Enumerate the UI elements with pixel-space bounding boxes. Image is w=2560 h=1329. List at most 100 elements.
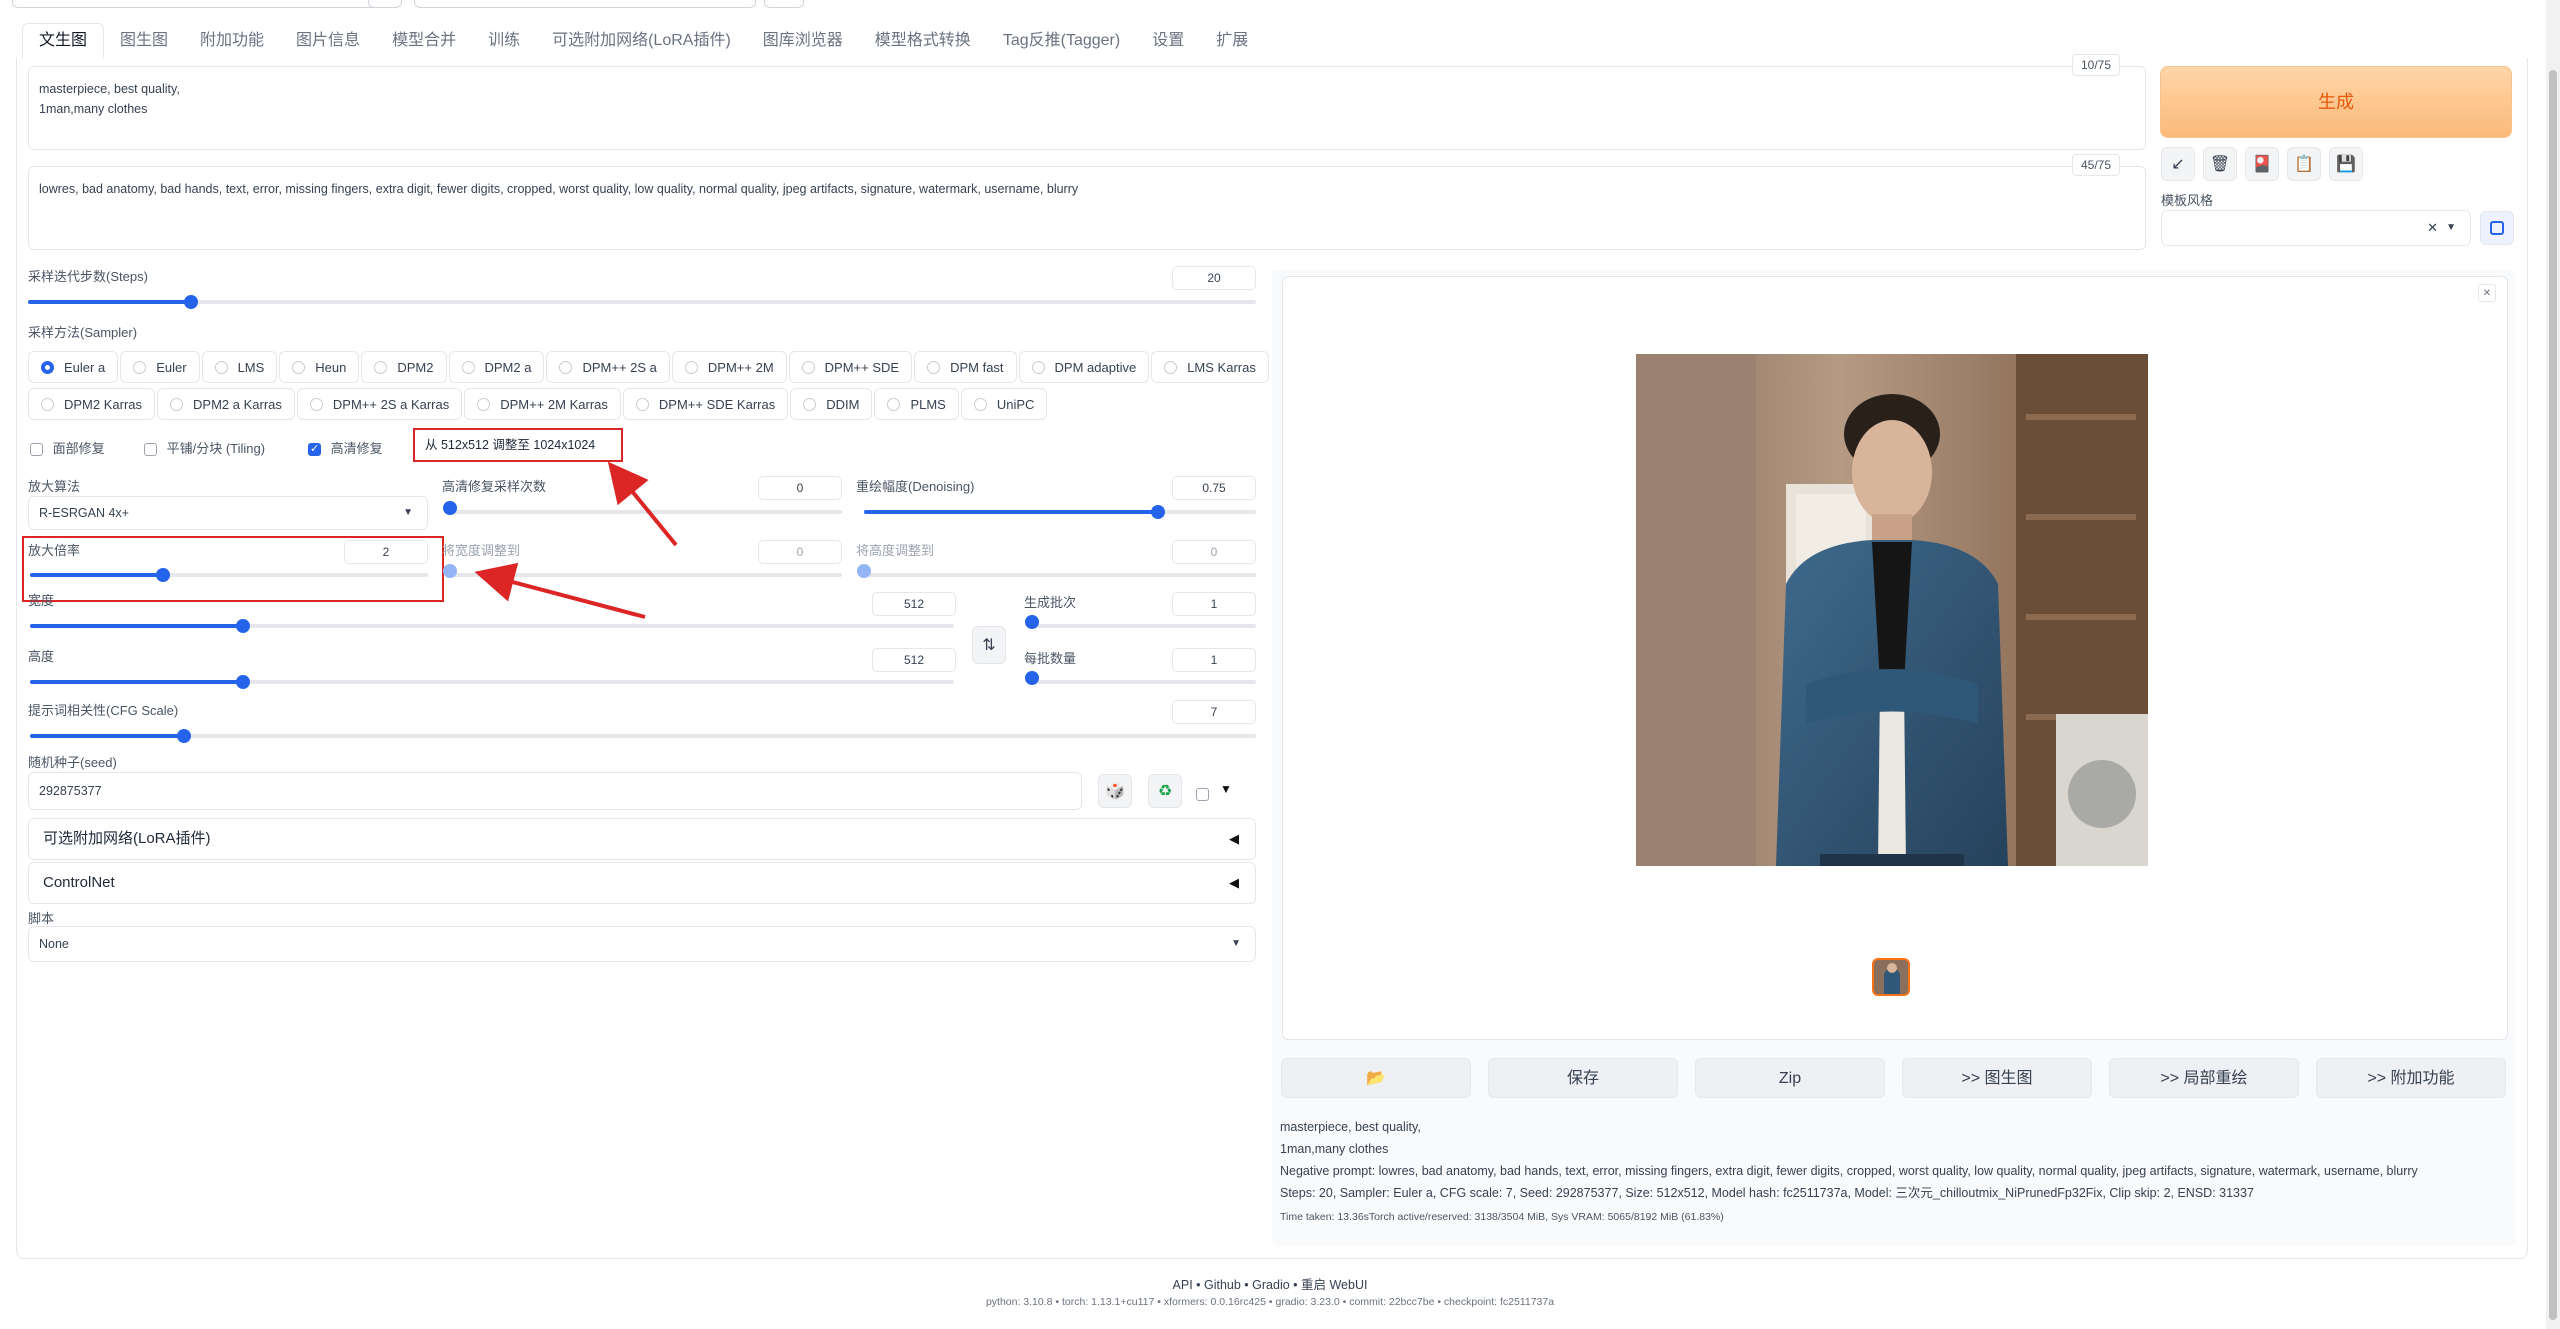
positive-prompt-input[interactable]: masterpiece, best quality, 1man,many clo… <box>28 66 2146 150</box>
sampler-option[interactable]: Euler <box>120 351 200 383</box>
upscale-by-slider[interactable] <box>30 568 428 582</box>
tab-model-converter[interactable]: 模型格式转换 <box>859 24 987 58</box>
tab-settings[interactable]: 设置 <box>1136 24 1200 58</box>
width-number-input[interactable]: 512 <box>872 592 956 616</box>
save-style-button[interactable]: 💾 <box>2329 147 2363 181</box>
upscaler-select[interactable]: R-ESRGAN 4x+ ▼ <box>28 496 428 530</box>
tab-checkpoint-merger[interactable]: 模型合并 <box>376 24 472 58</box>
top-control-stub-4[interactable] <box>764 0 804 8</box>
close-gallery-icon[interactable]: ✕ <box>2478 284 2496 302</box>
open-folder-button[interactable]: 📂 <box>1281 1058 1471 1098</box>
page-scrollbar[interactable] <box>2546 0 2560 1329</box>
refresh-styles-button[interactable] <box>2480 211 2514 245</box>
script-select[interactable]: None ▼ <box>28 926 1256 962</box>
sampler-option[interactable]: LMS Karras <box>1151 351 1269 383</box>
cfg-scale-slider[interactable] <box>30 729 1256 743</box>
upscale-by-number-input[interactable]: 2 <box>344 540 428 564</box>
denoising-number-input[interactable]: 0.75 <box>1172 476 1256 500</box>
denoising-slider[interactable] <box>864 505 1256 519</box>
sampler-option[interactable]: DPM++ 2S a <box>546 351 670 383</box>
batch-size-slider[interactable] <box>1025 671 1256 685</box>
sampler-option[interactable]: DPM2 a Karras <box>157 388 295 420</box>
top-control-stub-2[interactable] <box>368 0 402 8</box>
extra-seed-checkbox[interactable] <box>1196 786 1209 804</box>
gallery-thumbnail[interactable] <box>1872 958 1910 996</box>
send-to-inpaint-button[interactable]: >> 局部重绘 <box>2109 1058 2299 1098</box>
extra-networks-button[interactable]: 🎴 <box>2245 147 2279 181</box>
resize-height-slider[interactable] <box>857 564 1256 578</box>
restore-faces-checkbox[interactable]: 面部修复 <box>30 438 105 457</box>
negative-prompt-input[interactable]: lowres, bad anatomy, bad hands, text, er… <box>28 166 2146 250</box>
top-control-stub-3[interactable] <box>414 0 756 8</box>
reuse-seed-button[interactable]: ♻ <box>1148 774 1182 808</box>
sampler-option[interactable]: DPM++ 2M <box>671 351 787 383</box>
swap-dimensions-button[interactable]: ⇅ <box>972 626 1006 664</box>
batch-count-slider-thumb[interactable] <box>1025 615 1039 629</box>
upscale-by-slider-thumb[interactable] <box>155 568 170 582</box>
sampler-option[interactable]: DPM fast <box>914 351 1017 383</box>
tab-tagger[interactable]: Tag反推(Tagger) <box>987 24 1136 58</box>
resize-width-slider-thumb[interactable] <box>443 564 457 578</box>
hires-steps-slider[interactable] <box>443 501 842 515</box>
resize-height-number-input[interactable]: 0 <box>1172 540 1256 564</box>
sampler-option[interactable]: DPM2 a <box>448 351 545 383</box>
tab-additional-networks[interactable]: 可选附加网络(LoRA插件) <box>536 24 747 58</box>
checkbox-box[interactable] <box>308 442 321 457</box>
read-params-button[interactable]: ↙ <box>2161 147 2195 181</box>
batch-size-slider-thumb[interactable] <box>1025 671 1039 685</box>
sampler-option[interactable]: DPM++ 2M Karras <box>464 388 621 420</box>
sampler-option[interactable]: DPM adaptive <box>1018 351 1150 383</box>
tab-img2img[interactable]: 图生图 <box>104 24 184 58</box>
sampler-option[interactable]: Heun <box>279 351 360 383</box>
zip-button[interactable]: Zip <box>1695 1058 1885 1098</box>
sampler-option[interactable]: DPM++ 2S a Karras <box>296 388 463 420</box>
send-to-extras-button[interactable]: >> 附加功能 <box>2316 1058 2506 1098</box>
tab-txt2img[interactable]: 文生图 <box>22 23 105 59</box>
seed-input[interactable]: 292875377 <box>28 772 1082 810</box>
tab-train[interactable]: 训练 <box>472 24 536 58</box>
tab-extras[interactable]: 附加功能 <box>184 24 280 58</box>
extra-seed-toggle-icon[interactable]: ▼ <box>1220 782 1232 796</box>
batch-size-number-input[interactable]: 1 <box>1172 648 1256 672</box>
footer-links[interactable]: API • Github • Gradio • 重启 WebUI <box>0 1274 2540 1293</box>
cfg-scale-number-input[interactable]: 7 <box>1172 700 1256 724</box>
lora-accordion[interactable]: 可选附加网络(LoRA插件) ◀ <box>28 818 1256 860</box>
clear-icon[interactable]: ✕ <box>2427 211 2438 245</box>
resize-height-slider-thumb[interactable] <box>857 564 871 578</box>
sampler-option[interactable]: DPM2 <box>361 351 447 383</box>
hires-steps-number-input[interactable]: 0 <box>758 476 842 500</box>
denoising-slider-thumb[interactable] <box>1151 505 1165 519</box>
batch-count-number-input[interactable]: 1 <box>1172 592 1256 616</box>
batch-count-slider[interactable] <box>1025 615 1256 629</box>
width-slider[interactable] <box>30 619 954 633</box>
top-control-stub-1[interactable] <box>12 0 400 8</box>
sampler-option[interactable]: DPM2 Karras <box>28 388 156 420</box>
sampler-option[interactable]: LMS <box>201 351 278 383</box>
hires-fix-checkbox[interactable]: 高清修复 <box>308 438 383 457</box>
tab-image-browser[interactable]: 图库浏览器 <box>747 24 859 58</box>
resize-width-number-input[interactable]: 0 <box>758 540 842 564</box>
scrollbar-thumb[interactable] <box>2549 70 2557 1320</box>
height-number-input[interactable]: 512 <box>872 648 956 672</box>
generated-image[interactable] <box>1636 354 2148 866</box>
checkbox-box[interactable] <box>30 443 43 457</box>
send-to-img2img-button[interactable]: >> 图生图 <box>1902 1058 2092 1098</box>
sampler-option[interactable]: DPM++ SDE <box>788 351 913 383</box>
generate-button[interactable]: 生成 <box>2160 66 2512 138</box>
sampler-option[interactable]: UniPC <box>960 388 1048 420</box>
controlnet-accordion[interactable]: ControlNet ◀ <box>28 862 1256 904</box>
resize-width-slider[interactable] <box>443 564 842 578</box>
hires-steps-slider-thumb[interactable] <box>443 501 457 515</box>
steps-number-input[interactable]: 20 <box>1172 266 1256 290</box>
tiling-checkbox[interactable]: 平铺/分块 (Tiling) <box>144 438 265 457</box>
sampler-option[interactable]: Euler a <box>28 351 119 383</box>
tab-png-info[interactable]: 图片信息 <box>280 24 376 58</box>
height-slider[interactable] <box>30 675 954 689</box>
steps-slider[interactable] <box>28 295 1256 309</box>
sampler-option[interactable]: DPM++ SDE Karras <box>622 388 789 420</box>
save-button[interactable]: 保存 <box>1488 1058 1678 1098</box>
sampler-option[interactable]: DDIM <box>790 388 873 420</box>
apply-style-button[interactable]: 📋 <box>2287 147 2321 181</box>
random-seed-button[interactable]: 🎲 <box>1098 774 1132 808</box>
sampler-option[interactable]: PLMS <box>874 388 959 420</box>
